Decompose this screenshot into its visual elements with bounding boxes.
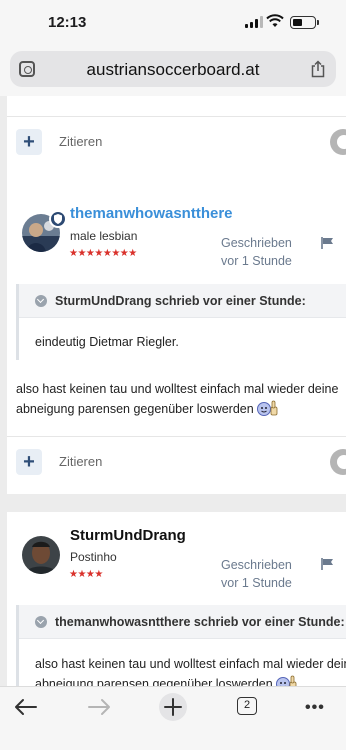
post-message-line: also hast keinen tau und wolltest einfac… xyxy=(16,382,339,396)
post-date-label: Geschrieben xyxy=(221,558,292,572)
rank-stars: ★★★★★★★★ xyxy=(69,248,137,259)
post-actions: + Zitieren xyxy=(7,116,346,166)
post-username[interactable]: SturmUndDrang xyxy=(70,527,186,544)
cellular-signal-icon xyxy=(245,16,263,28)
page-content: + Zitieren themanwhowasntthere male lesb… xyxy=(0,96,346,686)
new-tab-plus-icon[interactable] xyxy=(158,692,188,722)
quote-header[interactable]: themanwhowasntthere schrieb vor einer St… xyxy=(19,605,346,639)
post-date[interactable]: Geschrieben vor 1 Stunde xyxy=(221,234,292,270)
post-message-line: abneigung parensen gegenüber loswerden xyxy=(16,402,254,416)
reaction-heart-icon[interactable] xyxy=(330,129,346,155)
quote-text: eindeutig Dietmar Riegler. xyxy=(35,335,179,349)
post-card: SturmUndDrang Postinho ★★★★ Geschrieben … xyxy=(7,512,346,686)
battery-icon xyxy=(290,16,319,29)
rank-stars: ★★★★ xyxy=(69,569,103,580)
user-rank: male lesbian xyxy=(70,229,138,243)
quote-header-text: SturmUndDrang schrieb vor einer Stunde: xyxy=(55,294,306,308)
user-rank: Postinho xyxy=(70,550,117,564)
post-date-time: vor 1 Stunde xyxy=(221,576,292,590)
quote-header[interactable]: SturmUndDrang schrieb vor einer Stunde: xyxy=(19,284,346,318)
post-username[interactable]: themanwhowasntthere xyxy=(70,205,233,222)
multiquote-plus-button[interactable]: + xyxy=(16,129,42,155)
post-date[interactable]: Geschrieben vor 1 Stunde xyxy=(221,556,292,592)
post-date-label: Geschrieben xyxy=(221,236,292,250)
thumbs-up-smiley-icon xyxy=(276,675,297,686)
quote-button[interactable]: Zitieren xyxy=(59,454,102,469)
browser-header: 12:13 austriansoccerboard.at xyxy=(0,0,346,96)
multiquote-plus-button[interactable]: + xyxy=(16,449,42,475)
wifi-icon xyxy=(266,14,284,27)
quote-button[interactable]: Zitieren xyxy=(59,134,102,149)
more-menu-icon[interactable]: ••• xyxy=(305,699,325,717)
post-card-previous: + Zitieren xyxy=(7,96,346,188)
post-date-time: vor 1 Stunde xyxy=(221,254,292,268)
quote-text: also hast keinen tau und wolltest einfac… xyxy=(35,654,346,686)
post-card: themanwhowasntthere male lesbian ★★★★★★★… xyxy=(7,188,346,494)
thumbs-up-smiley-icon xyxy=(257,400,278,416)
quote-block: themanwhowasntthere schrieb vor einer St… xyxy=(16,605,346,686)
report-flag-icon[interactable] xyxy=(321,237,335,249)
address-bar[interactable]: austriansoccerboard.at xyxy=(10,51,336,87)
status-time: 12:13 xyxy=(48,14,87,31)
avatar[interactable] xyxy=(22,536,60,574)
browser-toolbar: 2 ••• xyxy=(0,686,346,750)
post-actions: + Zitieren xyxy=(7,436,346,486)
chevron-down-icon[interactable] xyxy=(35,295,47,307)
shield-badge-icon xyxy=(49,210,67,228)
quote-text-line: abneigung parensen gegenüber loswerden xyxy=(35,677,273,686)
tab-switcher-button[interactable]: 2 xyxy=(237,697,257,715)
quote-text-line: also hast keinen tau und wolltest einfac… xyxy=(35,657,346,671)
chevron-down-icon[interactable] xyxy=(35,616,47,628)
reaction-heart-icon[interactable] xyxy=(330,449,346,475)
url-text[interactable]: austriansoccerboard.at xyxy=(10,60,336,80)
report-flag-icon[interactable] xyxy=(321,558,335,570)
quote-header-text: themanwhowasntthere schrieb vor einer St… xyxy=(55,615,345,629)
post-message: also hast keinen tau und wolltest einfac… xyxy=(16,379,346,419)
quote-block: SturmUndDrang schrieb vor einer Stunde: … xyxy=(16,284,346,360)
forward-arrow-icon[interactable] xyxy=(85,695,113,719)
share-icon[interactable] xyxy=(310,60,326,78)
back-arrow-icon[interactable] xyxy=(12,695,40,719)
